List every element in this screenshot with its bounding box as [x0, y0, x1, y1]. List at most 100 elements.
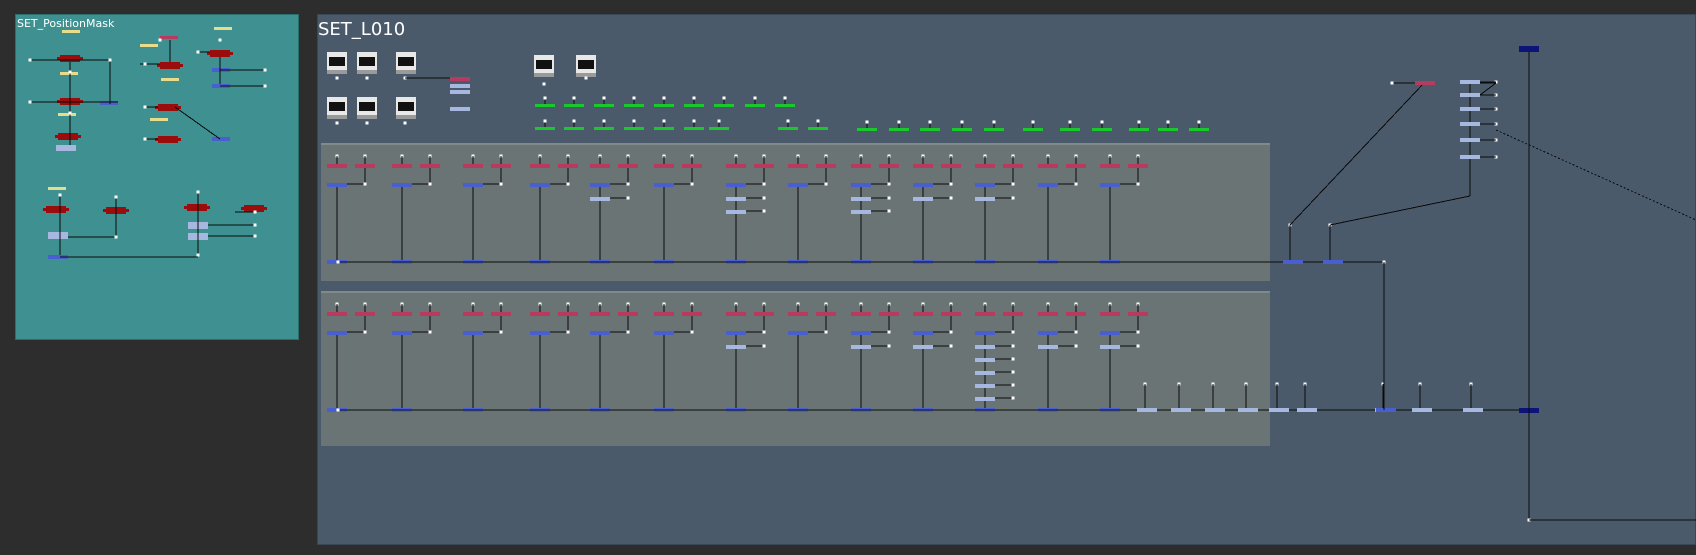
green-node[interactable]: [889, 128, 909, 131]
connector-dot[interactable]: [363, 330, 367, 334]
connector-dot[interactable]: [28, 100, 32, 104]
connector-dot[interactable]: [365, 76, 369, 80]
connector-dot[interactable]: [602, 119, 606, 123]
green-node[interactable]: [745, 104, 765, 107]
merge-node[interactable]: [1283, 260, 1303, 264]
grade-node[interactable]: [491, 312, 511, 316]
merge-node[interactable]: [463, 183, 483, 187]
node-handle[interactable]: [43, 208, 46, 211]
grade-node[interactable]: [392, 312, 412, 316]
connector-dot[interactable]: [786, 119, 790, 123]
green-node[interactable]: [920, 128, 940, 131]
merge-node[interactable]: [1100, 183, 1120, 187]
dot-node[interactable]: [1137, 408, 1157, 412]
shuffle-node[interactable]: [913, 197, 933, 201]
dot-node[interactable]: [1412, 408, 1432, 412]
merge-node[interactable]: [788, 331, 808, 335]
grade-node[interactable]: [816, 164, 836, 168]
connector-dot[interactable]: [158, 38, 162, 42]
shuffle-node[interactable]: [851, 345, 871, 349]
connector-dot[interactable]: [1011, 370, 1015, 374]
grade-node[interactable]: [530, 312, 550, 316]
merge-node[interactable]: [327, 183, 347, 187]
grade-node[interactable]: [420, 164, 440, 168]
output-node[interactable]: [1519, 46, 1539, 52]
connector-dot[interactable]: [336, 408, 340, 412]
node-handle[interactable]: [180, 64, 183, 67]
node-handle[interactable]: [207, 206, 210, 209]
connector-dot[interactable]: [783, 96, 787, 100]
grade-node[interactable]: [1100, 164, 1120, 168]
connector-dot[interactable]: [1031, 120, 1035, 124]
connector-dot[interactable]: [928, 120, 932, 124]
green-node[interactable]: [1023, 128, 1043, 131]
connector-dot[interactable]: [1011, 357, 1015, 361]
connector-dot[interactable]: [499, 182, 503, 186]
grade-node[interactable]: [355, 164, 375, 168]
connector-dot[interactable]: [1011, 396, 1015, 400]
grade-node[interactable]: [210, 50, 230, 57]
connector-dot[interactable]: [692, 96, 696, 100]
green-node[interactable]: [984, 128, 1004, 131]
shuffle-node[interactable]: [851, 197, 871, 201]
grade-node[interactable]: [160, 62, 180, 69]
merge-node[interactable]: [654, 183, 674, 187]
green-node[interactable]: [808, 127, 828, 130]
node-handle[interactable]: [230, 52, 233, 55]
shuffle-node[interactable]: [851, 210, 871, 214]
merge-node[interactable]: [1376, 408, 1396, 412]
connector-dot[interactable]: [196, 253, 200, 257]
grade-node[interactable]: [754, 312, 774, 316]
node-handle[interactable]: [178, 138, 181, 141]
connector-dot[interactable]: [887, 182, 891, 186]
note-node[interactable]: [62, 30, 80, 33]
grade-node[interactable]: [726, 164, 746, 168]
connector-dot[interactable]: [762, 209, 766, 213]
connector-dot[interactable]: [762, 344, 766, 348]
shuffle-node[interactable]: [1100, 345, 1120, 349]
merge-node[interactable]: [726, 183, 746, 187]
shuffle-node[interactable]: [56, 145, 76, 151]
node-handle[interactable]: [55, 135, 58, 138]
grade-node[interactable]: [187, 204, 207, 211]
grade-node[interactable]: [851, 164, 871, 168]
merge-node[interactable]: [392, 331, 412, 335]
grade-node[interactable]: [788, 312, 808, 316]
connector-dot[interactable]: [1074, 344, 1078, 348]
shuffle-node[interactable]: [1038, 345, 1058, 349]
node-handle[interactable]: [178, 106, 181, 109]
shuffle-node[interactable]: [975, 345, 995, 349]
shuffle-node[interactable]: [975, 358, 995, 362]
connector-dot[interactable]: [263, 84, 267, 88]
connector-dot[interactable]: [662, 96, 666, 100]
merge-node[interactable]: [726, 331, 746, 335]
connector-dot[interactable]: [143, 62, 147, 66]
green-node[interactable]: [564, 127, 584, 130]
green-node[interactable]: [535, 127, 555, 130]
connector-dot[interactable]: [949, 182, 953, 186]
shuffle-node[interactable]: [48, 232, 68, 239]
shuffle-node[interactable]: [975, 371, 995, 375]
green-node[interactable]: [1189, 128, 1209, 131]
stack-node[interactable]: [1460, 138, 1480, 142]
shuffle-node[interactable]: [726, 345, 746, 349]
connector-dot[interactable]: [566, 182, 570, 186]
grade-node[interactable]: [851, 312, 871, 316]
note-node[interactable]: [214, 27, 232, 30]
connector-dot[interactable]: [887, 196, 891, 200]
stack-node[interactable]: [450, 77, 470, 81]
node-handle[interactable]: [241, 207, 244, 210]
green-node[interactable]: [1092, 128, 1112, 131]
node-handle[interactable]: [103, 209, 106, 212]
connector-dot[interactable]: [1011, 344, 1015, 348]
connector-dot[interactable]: [960, 120, 964, 124]
grade-node[interactable]: [726, 312, 746, 316]
connector-dot[interactable]: [1011, 196, 1015, 200]
connector-dot[interactable]: [543, 96, 547, 100]
stack-node[interactable]: [1460, 107, 1480, 111]
connector-dot[interactable]: [816, 119, 820, 123]
grade-node[interactable]: [158, 136, 178, 143]
grade-node[interactable]: [654, 164, 674, 168]
grade-node[interactable]: [530, 164, 550, 168]
shuffle-node[interactable]: [913, 345, 933, 349]
